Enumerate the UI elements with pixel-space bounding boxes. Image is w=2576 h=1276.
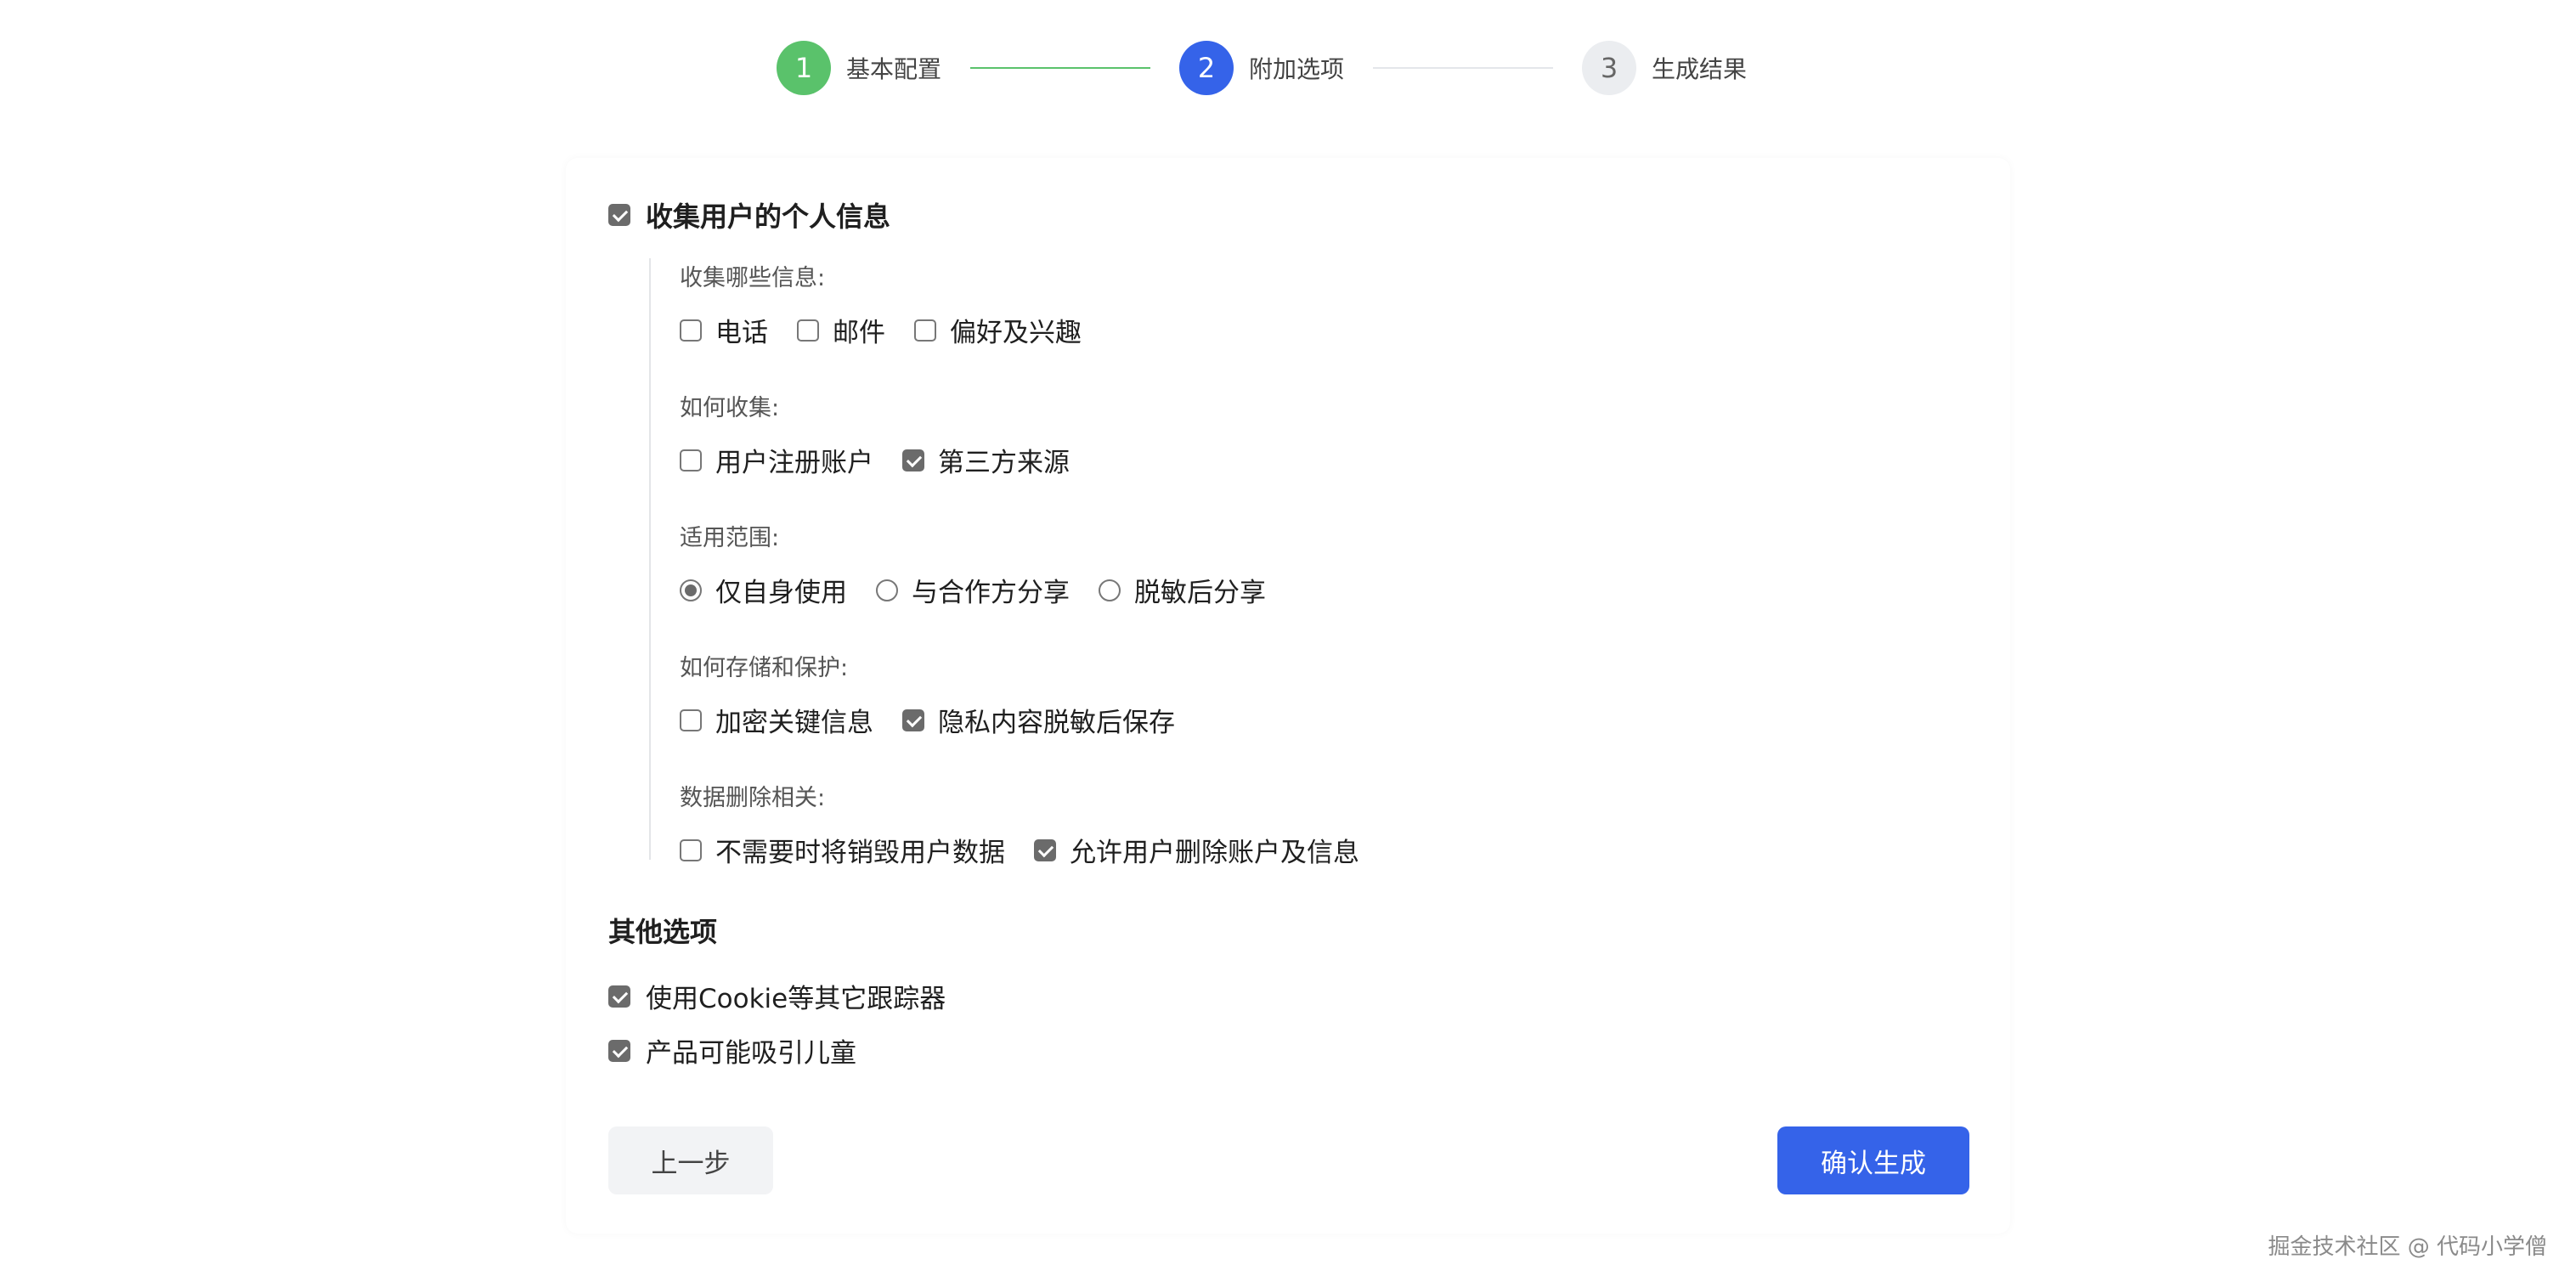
option-share-partners[interactable]: 与合作方分享: [876, 571, 1070, 609]
option-anonymize-store-label: 隐私内容脱敏后保存: [938, 708, 1175, 738]
children-checkbox[interactable]: [608, 1039, 630, 1062]
self-use-radio[interactable]: [680, 579, 702, 601]
option-encrypt-label: 加密关键信息: [715, 708, 873, 738]
cookies-checkbox[interactable]: [608, 985, 630, 1008]
option-encrypt[interactable]: 加密关键信息: [680, 701, 873, 739]
step-3[interactable]: 3 生成结果: [1582, 41, 1747, 95]
step-1[interactable]: 1 基本配置: [777, 41, 941, 95]
step-2-number: 2: [1179, 41, 1234, 95]
option-destroy-data-label: 不需要时将销毁用户数据: [715, 838, 1005, 868]
watermark: 掘金技术社区 @ 代码小学僧: [2268, 1234, 2547, 1260]
step-3-label: 生成结果: [1652, 55, 1748, 83]
anonymize-store-checkbox[interactable]: [902, 709, 924, 731]
user-registration-checkbox[interactable]: [680, 449, 702, 471]
option-phone-label: 电话: [715, 318, 768, 348]
option-anonymize-store[interactable]: 隐私内容脱敏后保存: [902, 701, 1175, 739]
option-third-party-label: 第三方来源: [938, 448, 1070, 478]
share-partners-radio[interactable]: [876, 579, 898, 601]
step-3-number: 3: [1582, 41, 1637, 95]
option-third-party[interactable]: 第三方来源: [902, 441, 1070, 479]
group-what-info: 收集哪些信息: 电话 邮件 偏好及兴趣: [680, 258, 1669, 388]
option-allow-delete[interactable]: 允许用户删除账户及信息: [1034, 831, 1359, 869]
group-what-info-title: 收集哪些信息:: [680, 265, 826, 291]
option-email-label: 邮件: [833, 318, 885, 348]
third-party-checkbox[interactable]: [902, 449, 924, 471]
collect-personal-info-label: 收集用户的个人信息: [646, 200, 891, 233]
preferences-checkbox[interactable]: [914, 319, 936, 342]
option-children-label: 产品可能吸引儿童: [646, 1038, 856, 1069]
option-children[interactable]: 产品可能吸引儿童: [608, 1031, 856, 1070]
destroy-data-checkbox[interactable]: [680, 838, 702, 861]
step-1-label: 基本配置: [846, 55, 942, 83]
group-scope: 适用范围: 仅自身使用 与合作方分享 脱敏后分享: [680, 518, 1669, 648]
option-phone[interactable]: 电话: [680, 311, 768, 349]
collect-personal-info-checkbox[interactable]: [608, 204, 630, 226]
option-cookies[interactable]: 使用Cookie等其它跟踪器: [608, 977, 946, 1015]
step-connector-2: [1373, 67, 1554, 69]
step-2[interactable]: 2 附加选项: [1179, 41, 1344, 95]
option-share-partners-label: 与合作方分享: [912, 578, 1070, 608]
option-preferences[interactable]: 偏好及兴趣: [914, 311, 1082, 349]
group-how-collect: 如何收集: 用户注册账户 第三方来源: [680, 388, 1669, 518]
stepper: 1 基本配置 2 附加选项 3 生成结果: [777, 41, 1747, 95]
share-anonymized-radio[interactable]: [1099, 579, 1121, 601]
option-user-registration[interactable]: 用户注册账户: [680, 441, 873, 479]
step-1-number: 1: [777, 41, 831, 95]
group-scope-title: 适用范围:: [680, 525, 780, 551]
email-checkbox[interactable]: [797, 319, 819, 342]
option-self-use-label: 仅自身使用: [715, 578, 847, 608]
previous-step-button[interactable]: 上一步: [608, 1126, 773, 1194]
group-how-collect-title: 如何收集:: [680, 395, 780, 421]
option-email[interactable]: 邮件: [797, 311, 885, 349]
step-2-label: 附加选项: [1249, 55, 1345, 83]
group-storage: 如何存储和保护: 加密关键信息 隐私内容脱敏后保存: [680, 648, 1669, 778]
confirm-generate-button[interactable]: 确认生成: [1777, 1126, 1969, 1194]
option-destroy-data[interactable]: 不需要时将销毁用户数据: [680, 831, 1005, 869]
encrypt-checkbox[interactable]: [680, 709, 702, 731]
allow-delete-checkbox[interactable]: [1034, 838, 1056, 861]
personal-info-subsection: 收集哪些信息: 电话 邮件 偏好及兴趣 如何收集: 用户注册账户 第三方来源 适…: [649, 258, 1669, 868]
group-deletion: 数据删除相关: 不需要时将销毁用户数据 允许用户删除账户及信息: [680, 778, 1669, 908]
option-cookies-label: 使用Cookie等其它跟踪器: [646, 984, 946, 1014]
option-share-anonymized[interactable]: 脱敏后分享: [1099, 571, 1266, 609]
phone-checkbox[interactable]: [680, 319, 702, 342]
option-preferences-label: 偏好及兴趣: [950, 318, 1082, 348]
group-deletion-title: 数据删除相关:: [680, 785, 826, 811]
collect-personal-info-option[interactable]: 收集用户的个人信息: [608, 195, 890, 234]
options-card: 收集用户的个人信息 收集哪些信息: 电话 邮件 偏好及兴趣 如何收集: 用户注册…: [566, 158, 2010, 1234]
option-share-anonymized-label: 脱敏后分享: [1134, 578, 1266, 608]
group-storage-title: 如何存储和保护:: [680, 655, 849, 681]
option-self-use[interactable]: 仅自身使用: [680, 571, 847, 609]
step-connector-1: [970, 67, 1151, 69]
option-user-registration-label: 用户注册账户: [715, 448, 873, 478]
other-options-title: 其他选项: [608, 916, 718, 948]
option-allow-delete-label: 允许用户删除账户及信息: [1070, 838, 1359, 868]
